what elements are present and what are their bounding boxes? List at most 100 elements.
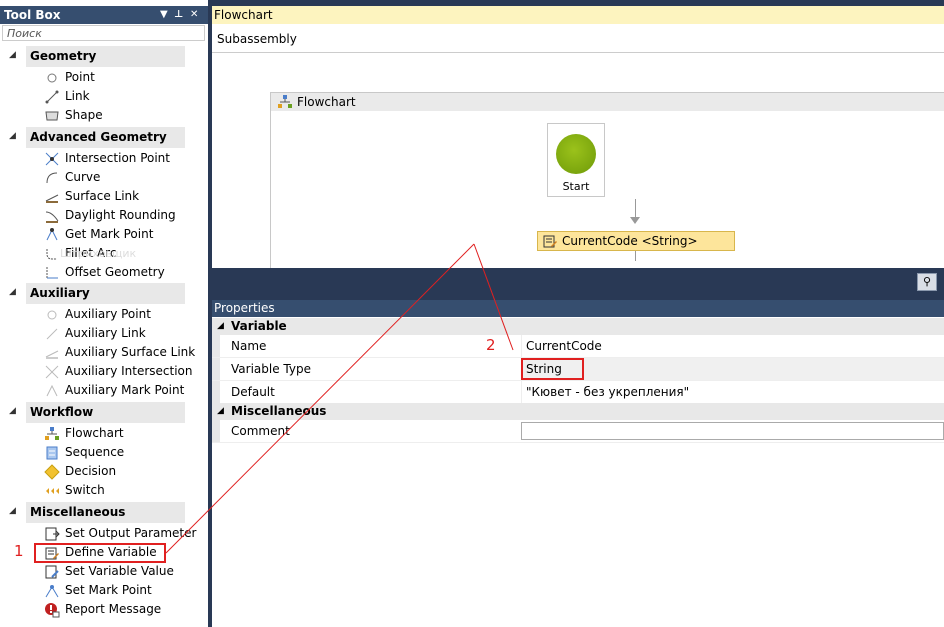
toolbox-item-label: Curve (65, 170, 101, 184)
toolbox-item-report-message[interactable]: Report Message (44, 600, 161, 619)
toolbox-item-label: Set Mark Point (65, 583, 152, 597)
toolbox-item-label: Link (65, 89, 90, 103)
category-advanced-geometry[interactable]: Advanced Geometry (26, 127, 185, 148)
start-label: Start (562, 180, 590, 193)
pin-icon[interactable]: ⊥ (174, 6, 183, 24)
switch-icon (44, 483, 60, 499)
annotation-number-2: 2 (486, 336, 496, 354)
zoom-search-button[interactable]: ⚲ (917, 273, 937, 291)
toolbox-item-label: Get Mark Point (65, 227, 154, 241)
toolbox-item-label: Point (65, 70, 95, 84)
category-collapse-arrow-icon[interactable]: ◢ (9, 506, 16, 516)
toolbox-item-label: Surface Link (65, 189, 140, 203)
start-node[interactable]: Start (547, 123, 605, 197)
collapse-arrow-icon[interactable]: ◢ (217, 318, 224, 335)
toolbox-item-sequence[interactable]: Sequence (44, 443, 124, 462)
set-variable-value-icon (44, 564, 60, 580)
start-circle-icon (556, 134, 596, 174)
flowchart-container[interactable]: Flowchart Start CurrentCode <String> (270, 92, 944, 268)
designer-separator (212, 52, 944, 53)
toolbox-item-shape[interactable]: Shape (44, 106, 103, 125)
toolbox-item-set-mark-point[interactable]: Set Mark Point (44, 581, 152, 600)
category-variable-label: Variable (231, 319, 287, 333)
toolbox-item-label: Offset Geometry (65, 265, 165, 279)
category-geometry[interactable]: Geometry (26, 46, 185, 67)
row-gutter (212, 335, 220, 357)
category-collapse-arrow-icon[interactable]: ◢ (9, 131, 16, 141)
toolbox-item-link[interactable]: Link (44, 87, 90, 106)
properties-title: Properties (212, 300, 944, 317)
toolbox-item-label: Auxiliary Link (65, 326, 146, 340)
annotation-box-define-variable (34, 543, 166, 563)
toolbox-item-get-mark-point[interactable]: Get Mark Point (44, 225, 153, 244)
toolbox-item-auxiliary-link[interactable]: Auxiliary Link (44, 324, 146, 343)
annotation-number-1: 1 (14, 542, 24, 560)
variable-type-select[interactable]: String (521, 358, 944, 380)
toolbox-item-label: Decision (65, 464, 117, 478)
define-variable-node[interactable]: CurrentCode <String> (537, 231, 735, 251)
annotation-box-string (521, 358, 584, 380)
toolbox-item-switch[interactable]: Switch (44, 481, 105, 500)
property-name-label: Name (231, 339, 267, 353)
category-miscellaneous[interactable]: Miscellaneous (26, 502, 185, 523)
intersection-point-icon (44, 151, 60, 167)
toolbox-search-input[interactable]: Поиск (2, 25, 205, 41)
designer-tab[interactable]: Flowchart (212, 6, 944, 24)
flowchart-icon (277, 94, 293, 115)
shape-icon (44, 108, 60, 124)
designer-area: Flowchart Subassembly Flowchart Start Cu… (212, 6, 944, 268)
toolbox-item-curve[interactable]: Curve (44, 168, 100, 187)
flowchart-icon (44, 426, 60, 442)
toolbox-item-flowchart[interactable]: Flowchart (44, 424, 124, 443)
default-value-field[interactable]: "Кювет - без укрепления" (521, 381, 944, 403)
category-miscellaneous[interactable]: ◢ Miscellaneous (212, 403, 944, 420)
toolbox-item-auxiliary-point[interactable]: Auxiliary Point (44, 305, 151, 324)
category-variable[interactable]: ◢ Variable (212, 318, 944, 335)
splitter-toolbar: ⚲ (212, 270, 944, 292)
name-value-field[interactable]: CurrentCode (521, 335, 944, 357)
row-gutter (212, 420, 220, 442)
toolbox-item-point[interactable]: Point (44, 68, 95, 87)
ghost-drag-text: Штриховщик (60, 247, 137, 260)
toolbox-item-label: Intersection Point (65, 151, 170, 165)
breadcrumb[interactable]: Subassembly (217, 32, 297, 46)
property-default-label: Default (231, 385, 275, 399)
auxiliary-point-icon (44, 307, 60, 323)
category-workflow[interactable]: Workflow (26, 402, 185, 423)
close-icon[interactable]: ✕ (190, 6, 198, 24)
category-auxiliary[interactable]: Auxiliary (26, 283, 185, 304)
magnifier-icon: ⚲ (922, 275, 932, 288)
toolbox-item-label: Report Message (65, 602, 162, 616)
toolbox-item-daylight-rounding[interactable]: Daylight Rounding (44, 206, 176, 225)
category-collapse-arrow-icon[interactable]: ◢ (9, 287, 16, 297)
toolbox-item-intersection-point[interactable]: Intersection Point (44, 149, 170, 168)
flowchart-header: Flowchart (271, 93, 944, 111)
collapse-arrow-icon[interactable]: ◢ (217, 403, 224, 420)
surface-link-icon (44, 189, 60, 205)
auxiliary-link-icon (44, 326, 60, 342)
get-mark-point-icon (44, 227, 60, 243)
category-collapse-arrow-icon[interactable]: ◢ (9, 406, 16, 416)
toolbox-item-auxiliary-intersection[interactable]: Auxiliary Intersection (44, 362, 193, 381)
toolbox-item-label: Set Variable Value (65, 564, 174, 578)
toolbox-item-offset-geometry[interactable]: Offset Geometry (44, 263, 165, 282)
flowchart-title: Flowchart (297, 95, 356, 109)
toolbox-item-set-variable-value[interactable]: Set Variable Value (44, 562, 174, 581)
define-variable-icon (542, 233, 558, 254)
comment-input[interactable] (521, 422, 944, 440)
variable-node-label: CurrentCode <String> (562, 234, 698, 248)
category-collapse-arrow-icon[interactable]: ◢ (9, 50, 16, 60)
property-row-comment: Comment (212, 420, 944, 443)
toolbox-item-set-output-parameter[interactable]: Set Output Parameter (44, 524, 196, 543)
toolbox-item-decision[interactable]: Decision (44, 462, 116, 481)
property-comment-label: Comment (231, 424, 290, 438)
toolbox-item-auxiliary-mark-point[interactable]: Auxiliary Mark Point (44, 381, 184, 400)
daylight-rounding-icon (44, 208, 60, 224)
report-message-icon (44, 602, 60, 618)
connector-arrow-icon (630, 217, 640, 224)
toolbox-item-auxiliary-surface-link[interactable]: Auxiliary Surface Link (44, 343, 195, 362)
dropdown-icon[interactable]: ▼ (160, 6, 168, 24)
toolbox-item-surface-link[interactable]: Surface Link (44, 187, 139, 206)
set-mark-point-icon (44, 583, 60, 599)
row-gutter (212, 381, 220, 403)
